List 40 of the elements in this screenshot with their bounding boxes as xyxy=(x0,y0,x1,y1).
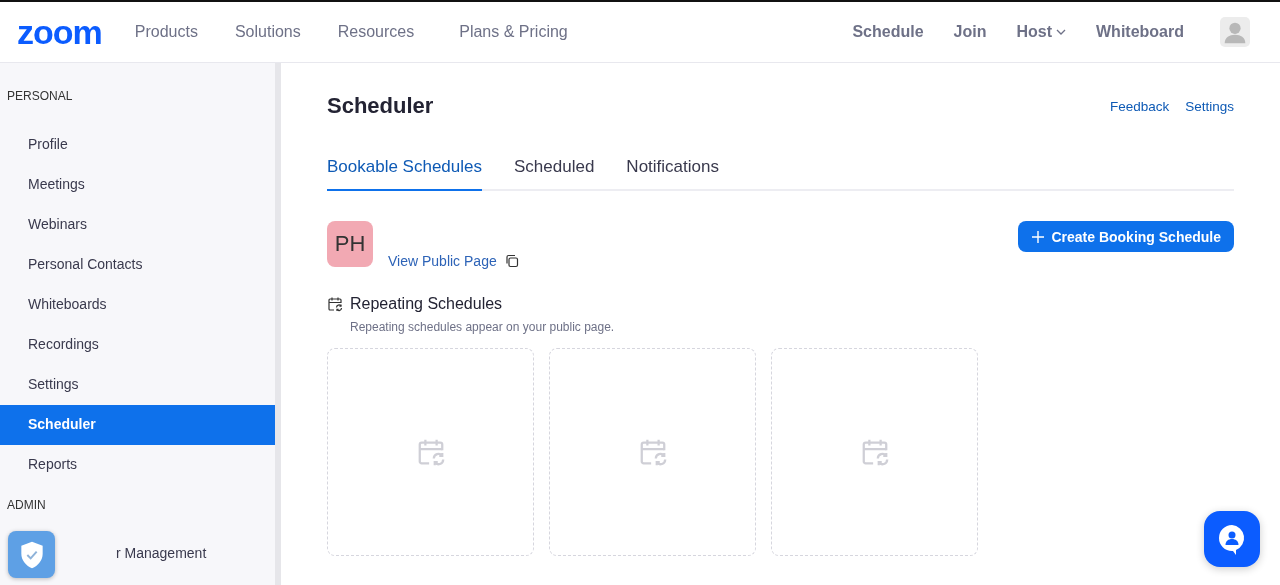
sidebar-item[interactable]: r Management xyxy=(0,534,275,574)
tab[interactable]: Bookable Schedules xyxy=(327,157,482,191)
caret-icon xyxy=(1056,29,1066,35)
tab[interactable]: Scheduled xyxy=(514,157,595,191)
nav-link[interactable]: Host xyxy=(1016,23,1066,41)
sidebar-item[interactable]: Meetings xyxy=(0,165,275,205)
create-button[interactable]: Create Booking Schedule xyxy=(1018,221,1234,252)
copy-icon[interactable] xyxy=(504,254,519,268)
sidebar-item[interactable]: Personal Contacts xyxy=(0,245,275,285)
sidebar-item[interactable]: Webinars xyxy=(0,205,275,245)
section-heading: ADMIN xyxy=(6,497,47,514)
shield-icon[interactable] xyxy=(8,531,55,578)
page-title: Scheduler xyxy=(327,93,434,119)
section-title: Repeating Schedules xyxy=(350,295,503,313)
nav-link[interactable]: Products xyxy=(134,23,198,41)
nav-link[interactable]: Schedule xyxy=(852,23,924,41)
link[interactable]: Feedback xyxy=(1109,98,1170,114)
sidebar-item[interactable]: Settings xyxy=(0,365,275,405)
link[interactable]: Settings xyxy=(1185,98,1234,114)
nav-link[interactable]: Whiteboard xyxy=(1096,23,1184,41)
nav-link[interactable]: Join xyxy=(953,23,987,41)
nav-link[interactable]: Resources xyxy=(337,23,415,41)
sidebar-item[interactable]: Recordings xyxy=(0,325,275,365)
nav-link[interactable]: Solutions xyxy=(234,23,301,41)
avatar-icon[interactable] xyxy=(1220,17,1250,47)
calendar-repeat-icon xyxy=(327,296,343,312)
tab[interactable]: Notifications xyxy=(626,157,719,191)
chat-button[interactable] xyxy=(1204,511,1260,567)
sidebar-item[interactable]: Reports xyxy=(0,445,275,485)
view-public-page-link[interactable]: View Public Page xyxy=(388,253,497,269)
section-heading: PERSONAL xyxy=(6,88,74,105)
sidebar-item[interactable]: Profile xyxy=(0,125,275,165)
nav-link[interactable]: Plans & Pricing xyxy=(459,23,568,41)
sidebar-item[interactable]: Scheduler xyxy=(0,405,275,445)
logo[interactable]: zoom xyxy=(17,17,102,47)
avatar: PH xyxy=(327,221,373,267)
plus-icon xyxy=(1031,229,1046,244)
section-subtitle: Repeating schedules appear on your public page. xyxy=(350,320,616,334)
sidebar-item[interactable]: Whiteboards xyxy=(0,285,275,325)
scrollbar[interactable] xyxy=(275,63,281,585)
